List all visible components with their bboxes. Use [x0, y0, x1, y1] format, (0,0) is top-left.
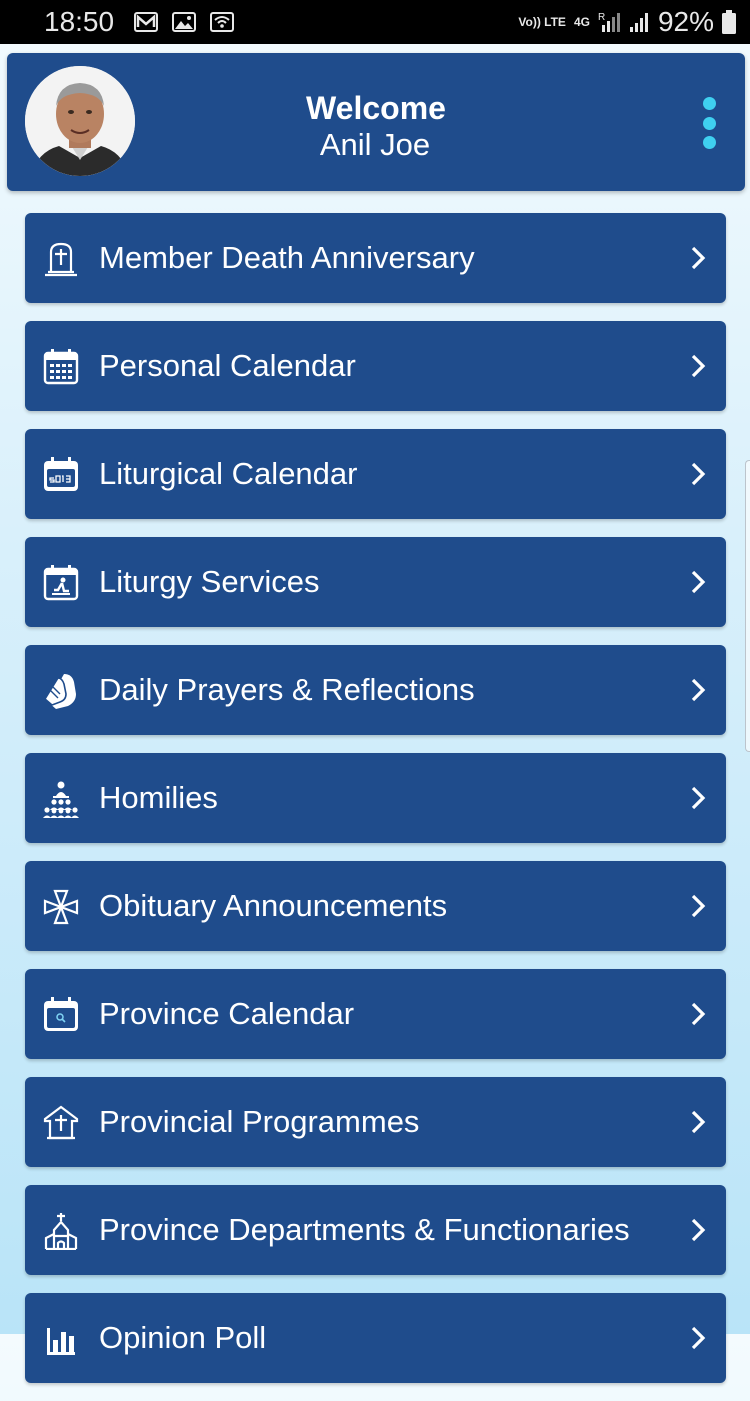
status-bar: 18:50 Vo)) LTE 4G R 92%	[0, 0, 750, 44]
calendar-2013-icon	[42, 456, 80, 494]
chapel-cross-icon	[42, 1104, 80, 1142]
menu-item-obituary-announcements[interactable]: Obituary Announcements	[25, 861, 726, 951]
chevron-right-icon	[688, 353, 708, 379]
congregation-icon	[42, 780, 80, 818]
calendar-grid-icon	[42, 348, 80, 386]
signal-icon: R	[598, 11, 620, 33]
menu-item-label: Provincial Programmes	[99, 1104, 420, 1139]
menu-item-homilies[interactable]: Homilies	[25, 753, 726, 843]
church-building-icon	[42, 1212, 80, 1251]
battery-percent: 92%	[657, 6, 714, 37]
status-time: 18:50	[44, 6, 115, 37]
profile-header: Welcome	[7, 53, 745, 191]
calendar-search-icon	[42, 996, 80, 1034]
menu-item-provincial-programmes[interactable]: Provincial Programmes	[25, 1077, 726, 1167]
menu-item-label: Member Death Anniversary	[99, 240, 475, 275]
chevron-right-icon	[688, 1325, 708, 1351]
chevron-right-icon	[688, 1217, 708, 1243]
maltese-cross-icon	[42, 888, 80, 926]
network-label: 4G	[573, 15, 590, 29]
chevron-right-icon	[688, 785, 708, 811]
chevron-right-icon	[688, 1109, 708, 1135]
menu-item-member-death-anniversary[interactable]: Member Death Anniversary	[25, 213, 726, 303]
image-icon	[172, 12, 197, 32]
menu-item-daily-prayers[interactable]: Daily Prayers & Reflections	[25, 645, 726, 735]
calendar-prayer-icon	[42, 564, 80, 602]
menu-item-label: Personal Calendar	[99, 348, 356, 383]
menu-item-province-departments[interactable]: Province Departments & Functionaries	[25, 1185, 726, 1275]
bar-chart-icon	[42, 1320, 80, 1358]
battery-icon	[722, 10, 736, 34]
volte-label: Vo)) LTE	[518, 15, 566, 29]
chevron-right-icon	[688, 1001, 708, 1027]
signal-icon-2	[628, 11, 650, 33]
mail-icon	[134, 12, 159, 32]
menu-item-label: Opinion Poll	[99, 1320, 267, 1355]
menu-item-label: Obituary Announcements	[99, 888, 448, 923]
menu-item-personal-calendar[interactable]: Personal Calendar	[25, 321, 726, 411]
chevron-right-icon	[688, 461, 708, 487]
menu-item-opinion-poll[interactable]: Opinion Poll	[25, 1293, 726, 1383]
wifi-box-icon	[210, 12, 235, 32]
menu-item-liturgical-calendar[interactable]: Liturgical Calendar	[25, 429, 726, 519]
scroll-indicator[interactable]	[745, 460, 750, 752]
roaming-label: R	[598, 12, 605, 23]
menu-item-label: Daily Prayers & Reflections	[99, 672, 475, 707]
chevron-right-icon	[688, 677, 708, 703]
chevron-right-icon	[688, 893, 708, 919]
menu-item-label: Province Departments & Functionaries	[99, 1212, 630, 1247]
menu-item-label: Liturgy Services	[99, 564, 320, 599]
welcome-text: Welcome	[306, 90, 446, 126]
user-name: Anil Joe	[319, 127, 431, 162]
main-menu: Member Death Anniversary Personal Calend…	[25, 213, 726, 1401]
chevron-right-icon	[688, 569, 708, 595]
menu-item-label: Province Calendar	[99, 996, 355, 1031]
praying-hands-icon	[42, 672, 80, 710]
menu-item-label: Liturgical Calendar	[99, 456, 358, 491]
chevron-right-icon	[688, 245, 708, 271]
dot-icon	[702, 97, 716, 110]
menu-item-province-calendar[interactable]: Province Calendar	[25, 969, 726, 1059]
tombstone-cross-icon	[42, 240, 80, 278]
menu-item-liturgy-services[interactable]: Liturgy Services	[25, 537, 726, 627]
menu-item-label: Homilies	[99, 780, 218, 815]
